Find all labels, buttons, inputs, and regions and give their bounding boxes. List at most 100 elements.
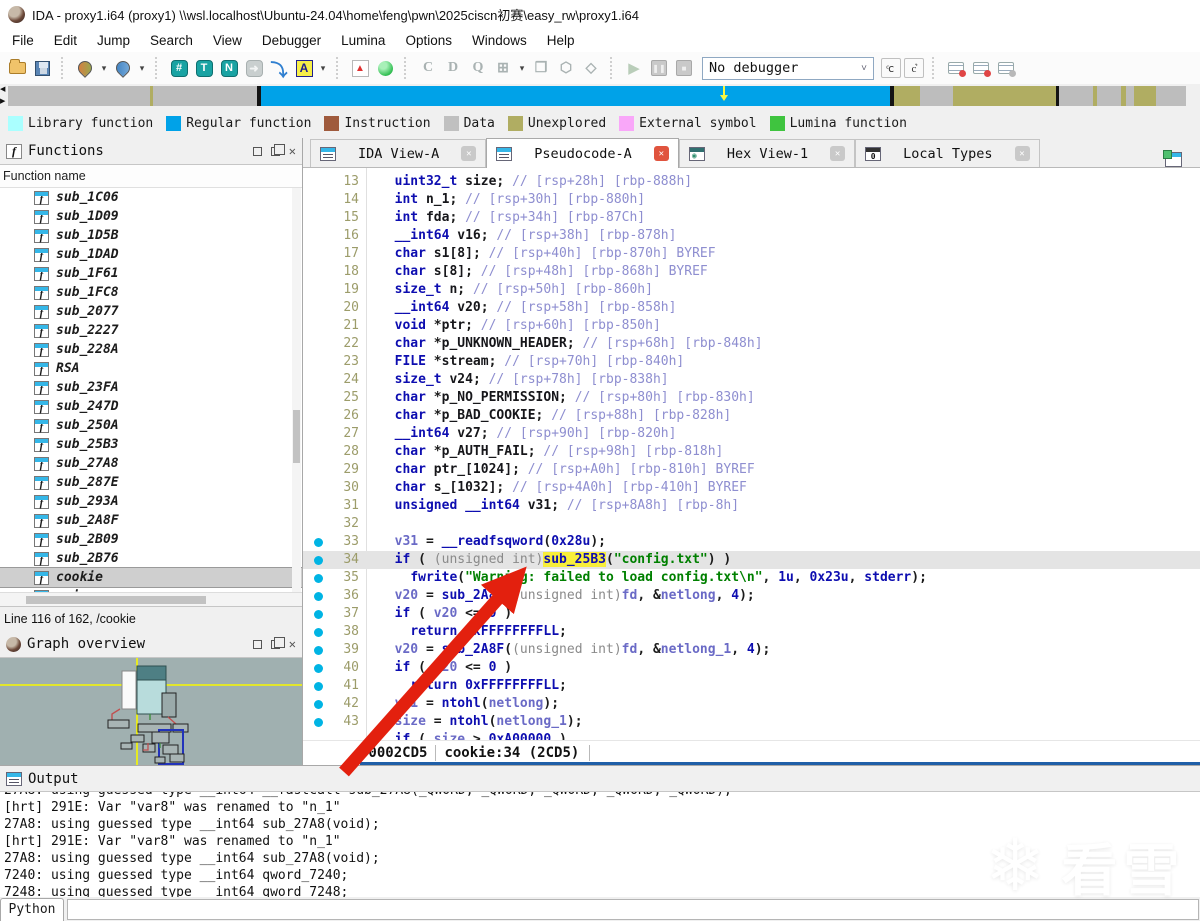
function-item[interactable]: fsub_2077 [0, 302, 302, 321]
debugger-start-button[interactable]: ▶ [623, 57, 645, 79]
function-item[interactable]: fsub_293A [0, 492, 302, 511]
compiler-run-button[interactable]: c͛ [904, 58, 924, 78]
function-item[interactable]: fsub_1D09 [0, 207, 302, 226]
menu-item-options[interactable]: Options [395, 30, 462, 51]
code-line[interactable]: 18 char s[8]; // [rsp+48h] [rbp-868h] BY… [303, 263, 1200, 281]
make-code-button[interactable]: C [417, 57, 439, 79]
windows-list-icon[interactable] [1165, 152, 1182, 167]
code-line[interactable]: 43 size = ntohl(netlong_1); [303, 713, 1200, 731]
code-line[interactable]: 31 unsigned __int64 v31; // [rsp+8A8h] [… [303, 497, 1200, 515]
code-line[interactable]: 29 char ptr_[1024]; // [rsp+A0h] [rbp-81… [303, 461, 1200, 479]
code-line[interactable]: 15 int fda; // [rsp+34h] [rbp-87Ch] [303, 209, 1200, 227]
debugger-select[interactable]: No debugger ˅ [702, 57, 874, 80]
edit-struct-button[interactable]: ❒ [530, 57, 552, 79]
code-line[interactable]: 23 FILE *stream; // [rsp+70h] [rbp-840h] [303, 353, 1200, 371]
function-item[interactable]: fsub_2B09 [0, 530, 302, 549]
function-name-column-header[interactable]: Function name [0, 165, 302, 188]
nav-marker-button[interactable]: ▲ [349, 57, 371, 79]
code-line[interactable]: 20 __int64 v20; // [rsp+58h] [rbp-858h] [303, 299, 1200, 317]
code-line[interactable]: 37 if ( v20 <= 0 ) [303, 605, 1200, 623]
code-line[interactable]: 40 if ( v20 <= 0 ) [303, 659, 1200, 677]
tab-local-types[interactable]: Local Types✕ [855, 139, 1039, 167]
function-item[interactable]: fsub_23FA [0, 378, 302, 397]
lumina-button[interactable] [374, 57, 396, 79]
code-line[interactable]: 42 v11 = ntohl(netlong); [303, 695, 1200, 713]
jump-forward-dropdown[interactable]: ▾ [137, 63, 147, 74]
code-line[interactable]: 16 __int64 v16; // [rsp+38h] [rbp-878h] [303, 227, 1200, 245]
function-item[interactable]: fsub_1C06 [0, 188, 302, 207]
save-button[interactable] [31, 57, 53, 79]
code-line[interactable]: 14 int n_1; // [rsp+30h] [rbp-880h] [303, 191, 1200, 209]
code-line[interactable]: 30 char s_[1032]; // [rsp+4A0h] [rbp-410… [303, 479, 1200, 497]
add-breakpoint-button[interactable] [970, 57, 992, 79]
menu-item-lumina[interactable]: Lumina [331, 30, 395, 51]
make-string-button[interactable]: Q [467, 57, 489, 79]
tab-close-button[interactable]: ✕ [830, 146, 845, 161]
jump-next-button[interactable]: ➜ [243, 57, 265, 79]
code-line[interactable]: 35 fwrite("Warning: failed to load confi… [303, 569, 1200, 587]
function-item[interactable]: fsub_2227 [0, 321, 302, 340]
code-line[interactable]: if ( size > 0xA00000 ) [303, 731, 1200, 740]
function-item[interactable]: fsub_1F61 [0, 264, 302, 283]
function-item[interactable]: fsub_1FC8 [0, 283, 302, 302]
code-line[interactable]: 33 v31 = __readfsqword(0x28u); [303, 533, 1200, 551]
function-item[interactable]: fcookie [0, 568, 302, 587]
text-options-button[interactable]: A [293, 57, 315, 79]
menu-item-search[interactable]: Search [140, 30, 203, 51]
scrollbar-thumb[interactable] [26, 596, 206, 604]
menu-item-help[interactable]: Help [537, 30, 585, 51]
breakpoint-list-button[interactable] [945, 57, 967, 79]
function-item[interactable]: fsub_2A8F [0, 511, 302, 530]
code-line[interactable]: 13 uint32_t size; // [rsp+28h] [rbp-888h… [303, 173, 1200, 191]
text-options-dropdown[interactable]: ▾ [318, 63, 328, 74]
float-icon[interactable] [271, 640, 280, 649]
function-item[interactable]: fRSA [0, 359, 302, 378]
function-item[interactable]: fsub_228A [0, 340, 302, 359]
code-line[interactable]: 19 size_t n; // [rsp+50h] [rbp-860h] [303, 281, 1200, 299]
jump-recent-button[interactable]: N [218, 57, 240, 79]
jump-back-dropdown[interactable]: ▾ [99, 63, 109, 74]
make-array-button[interactable]: ⊞ [492, 57, 514, 79]
jump-name-button[interactable]: T [193, 57, 215, 79]
menu-item-view[interactable]: View [203, 30, 252, 51]
code-line[interactable]: 21 void *ptr; // [rsp+60h] [rbp-850h] [303, 317, 1200, 335]
open-file-button[interactable] [6, 57, 28, 79]
code-line[interactable]: 38 return 0xFFFFFFFFLL; [303, 623, 1200, 641]
function-item[interactable]: fsub_25B3 [0, 435, 302, 454]
patch-button[interactable]: ◇ [580, 57, 602, 79]
function-item[interactable]: fsub_1DAD [0, 245, 302, 264]
make-data-button[interactable]: D [442, 57, 464, 79]
menu-item-windows[interactable]: Windows [462, 30, 537, 51]
close-icon[interactable]: ✕ [289, 640, 296, 649]
maximize-icon[interactable] [253, 147, 262, 156]
float-icon[interactable] [271, 147, 280, 156]
debugger-stop-button[interactable]: ■ [673, 57, 695, 79]
code-line[interactable]: 28 char *p_AUTH_FAIL; // [rsp+98h] [rbp-… [303, 443, 1200, 461]
function-item[interactable]: fsub_247D [0, 397, 302, 416]
tab-hex-view-1[interactable]: Hex View-1✕ [679, 139, 855, 167]
python-input[interactable] [67, 899, 1199, 920]
make-array-dropdown[interactable]: ▾ [517, 63, 527, 74]
jump-forward-button[interactable] [112, 57, 134, 79]
delete-breakpoint-button[interactable] [995, 57, 1017, 79]
code-line[interactable]: 32 [303, 515, 1200, 533]
function-item[interactable]: fsub_287E [0, 473, 302, 492]
scrollbar-thumb[interactable] [293, 410, 300, 463]
output-log[interactable]: 27A8: using guessed type __int64 __fastc… [0, 792, 1200, 897]
code-line[interactable]: 34 if ( (unsigned int)sub_25B3("config.t… [303, 551, 1200, 569]
function-item[interactable]: fsub_1D5B [0, 226, 302, 245]
functions-horizontal-scrollbar[interactable] [0, 592, 302, 606]
code-line[interactable]: 25 char *p_NO_PERMISSION; // [rsp+80h] [… [303, 389, 1200, 407]
code-line[interactable]: 39 v20 = sub_2A8F((unsigned int)fd, &net… [303, 641, 1200, 659]
code-line[interactable]: 41 return 0xFFFFFFFFLL; [303, 677, 1200, 695]
code-line[interactable]: 36 v20 = sub_2A8F((unsigned int)fd, &net… [303, 587, 1200, 605]
menu-item-debugger[interactable]: Debugger [252, 30, 331, 51]
compiler-button[interactable]: ͨc [881, 58, 901, 78]
jump-back-button[interactable] [74, 57, 96, 79]
function-item[interactable]: fsub_27A8 [0, 454, 302, 473]
navigation-band[interactable] [8, 86, 1200, 106]
tab-close-button[interactable]: ✕ [461, 146, 476, 161]
menu-item-file[interactable]: File [2, 30, 44, 51]
function-item[interactable]: fsub_250A [0, 416, 302, 435]
code-line[interactable]: 27 __int64 v27; // [rsp+90h] [rbp-820h] [303, 425, 1200, 443]
